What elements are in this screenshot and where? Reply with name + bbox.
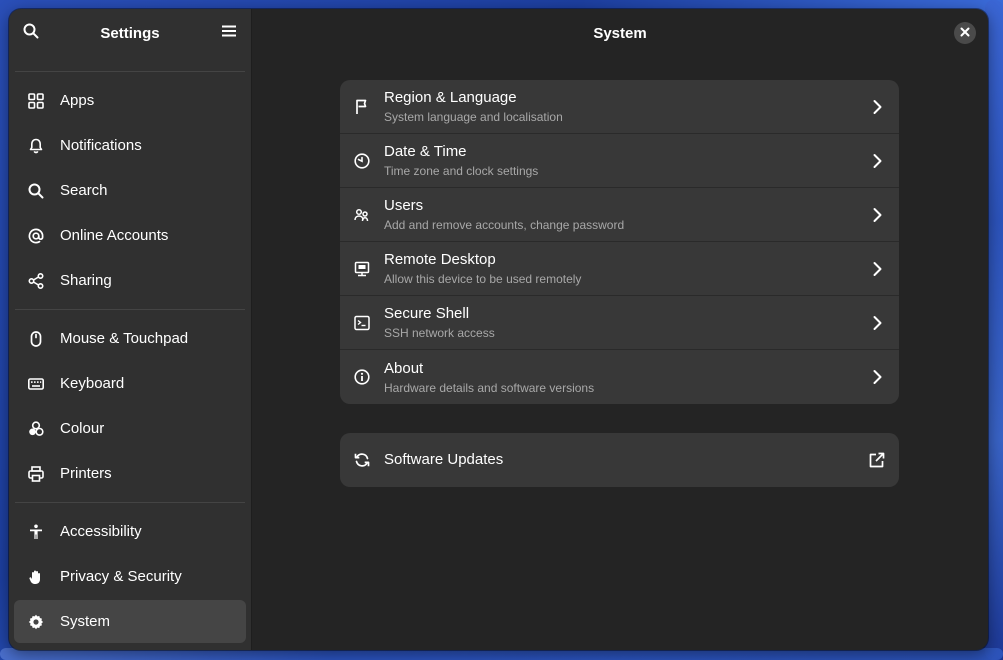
row-date-time[interactable]: Date & Time Time zone and clock settings [340,134,899,188]
sidebar-group-3: Accessibility Privacy & Security System [9,503,251,650]
sidebar-item-label: Apps [60,92,95,109]
gear-icon [28,614,44,630]
sidebar-item-printers[interactable]: Printers [14,452,246,495]
row-secure-shell[interactable]: Secure Shell SSH network access [340,296,899,350]
share-icon [28,272,44,289]
refresh-icon [354,452,370,468]
chevron-right-icon [869,261,885,277]
row-subtitle: SSH network access [384,326,495,340]
chevron-right-icon [869,369,885,385]
row-title: Date & Time [384,143,467,160]
page-title: System [593,24,647,42]
row-title: Region & Language [384,89,517,106]
row-subtitle: System language and localisation [384,110,563,124]
apps-icon [28,92,44,109]
sidebar-item-keyboard[interactable]: Keyboard [14,362,246,405]
hamburger-menu-icon [221,23,237,44]
sidebar-item-online-accounts[interactable]: Online Accounts [14,214,246,257]
sidebar-item-label: Colour [60,420,105,437]
at-sign-icon [28,228,44,244]
sidebar-item-colour[interactable]: Colour [14,407,246,450]
row-software-updates[interactable]: Software Updates [340,433,899,487]
chevron-right-icon [869,207,885,223]
chevron-right-icon [869,153,885,169]
row-about[interactable]: About Hardware details and software vers… [340,350,899,404]
row-subtitle: Hardware details and software versions [384,380,595,395]
accessibility-icon [28,524,44,540]
settings-window: Settings Apps Notifications Search Onlin… [9,9,988,650]
sidebar-item-sharing[interactable]: Sharing [14,259,246,302]
row-subtitle: Time zone and clock settings [384,164,539,178]
close-button[interactable] [954,22,976,44]
sidebar-item-label: Mouse & Touchpad [60,330,189,347]
sidebar-item-mouse-touchpad[interactable]: Mouse & Touchpad [14,317,246,360]
sidebar-item-accessibility[interactable]: Accessibility [14,510,246,553]
sidebar-item-label: Sharing [60,272,112,289]
sidebar-header: Settings [9,9,251,57]
sidebar: Settings Apps Notifications Search Onlin… [9,9,252,650]
terminal-icon [354,315,370,331]
search-icon [23,23,39,44]
chevron-right-icon [869,99,885,115]
close-icon [960,24,970,42]
sidebar-item-label: Privacy & Security [60,568,182,585]
software-updates-card: Software Updates [340,433,899,487]
chevron-right-icon [869,315,885,331]
keyboard-icon [28,376,44,392]
sidebar-item-search[interactable]: Search [14,169,246,212]
sidebar-item-label: Accessibility [60,523,142,540]
row-region-language[interactable]: Region & Language System language and lo… [340,80,899,134]
row-title: Remote Desktop [384,251,496,268]
hand-icon [28,569,44,585]
row-title: Software Updates [384,451,504,468]
sidebar-item-notifications[interactable]: Notifications [14,124,246,167]
sidebar-group-1: Apps Notifications Search Online Account… [9,72,251,309]
sidebar-item-apps[interactable]: Apps [14,79,246,122]
users-icon [354,207,370,223]
bell-icon [28,138,44,154]
sidebar-item-label: Search [60,182,108,199]
color-icon [28,420,44,437]
system-settings-list: Region & Language System language and lo… [340,80,899,404]
main-menu-button[interactable] [219,23,239,43]
sidebar-item-label: System [60,613,111,630]
mouse-icon [28,330,44,347]
row-remote-desktop[interactable]: Remote Desktop Allow this device to be u… [340,242,899,296]
row-title: Users [384,197,424,214]
main-header: System [252,9,988,57]
info-icon [354,369,370,385]
sidebar-item-system[interactable]: System [14,600,246,643]
sidebar-item-privacy-security[interactable]: Privacy & Security [14,555,246,598]
main-content: System Region & Language System language… [252,9,988,650]
row-title: About [384,359,424,377]
sidebar-group-2: Mouse & Touchpad Keyboard Colour Printer… [9,310,251,502]
sidebar-title: Settings [100,24,160,42]
sidebar-item-label: Online Accounts [60,227,169,244]
row-subtitle: Add and remove accounts, change password [384,218,625,232]
sidebar-item-label: Notifications [60,137,142,154]
sidebar-item-label: Printers [60,465,112,482]
search-icon [28,183,44,199]
search-button[interactable] [21,23,41,43]
row-subtitle: Allow this device to be used remotely [384,272,582,286]
external-link-icon [869,452,885,468]
row-title: Secure Shell [384,305,470,322]
sidebar-item-label: Keyboard [60,375,125,392]
printer-icon [28,465,44,482]
remote-desktop-icon [354,261,370,277]
clock-icon [354,152,370,169]
flag-icon [354,99,370,115]
row-users[interactable]: Users Add and remove accounts, change pa… [340,188,899,242]
